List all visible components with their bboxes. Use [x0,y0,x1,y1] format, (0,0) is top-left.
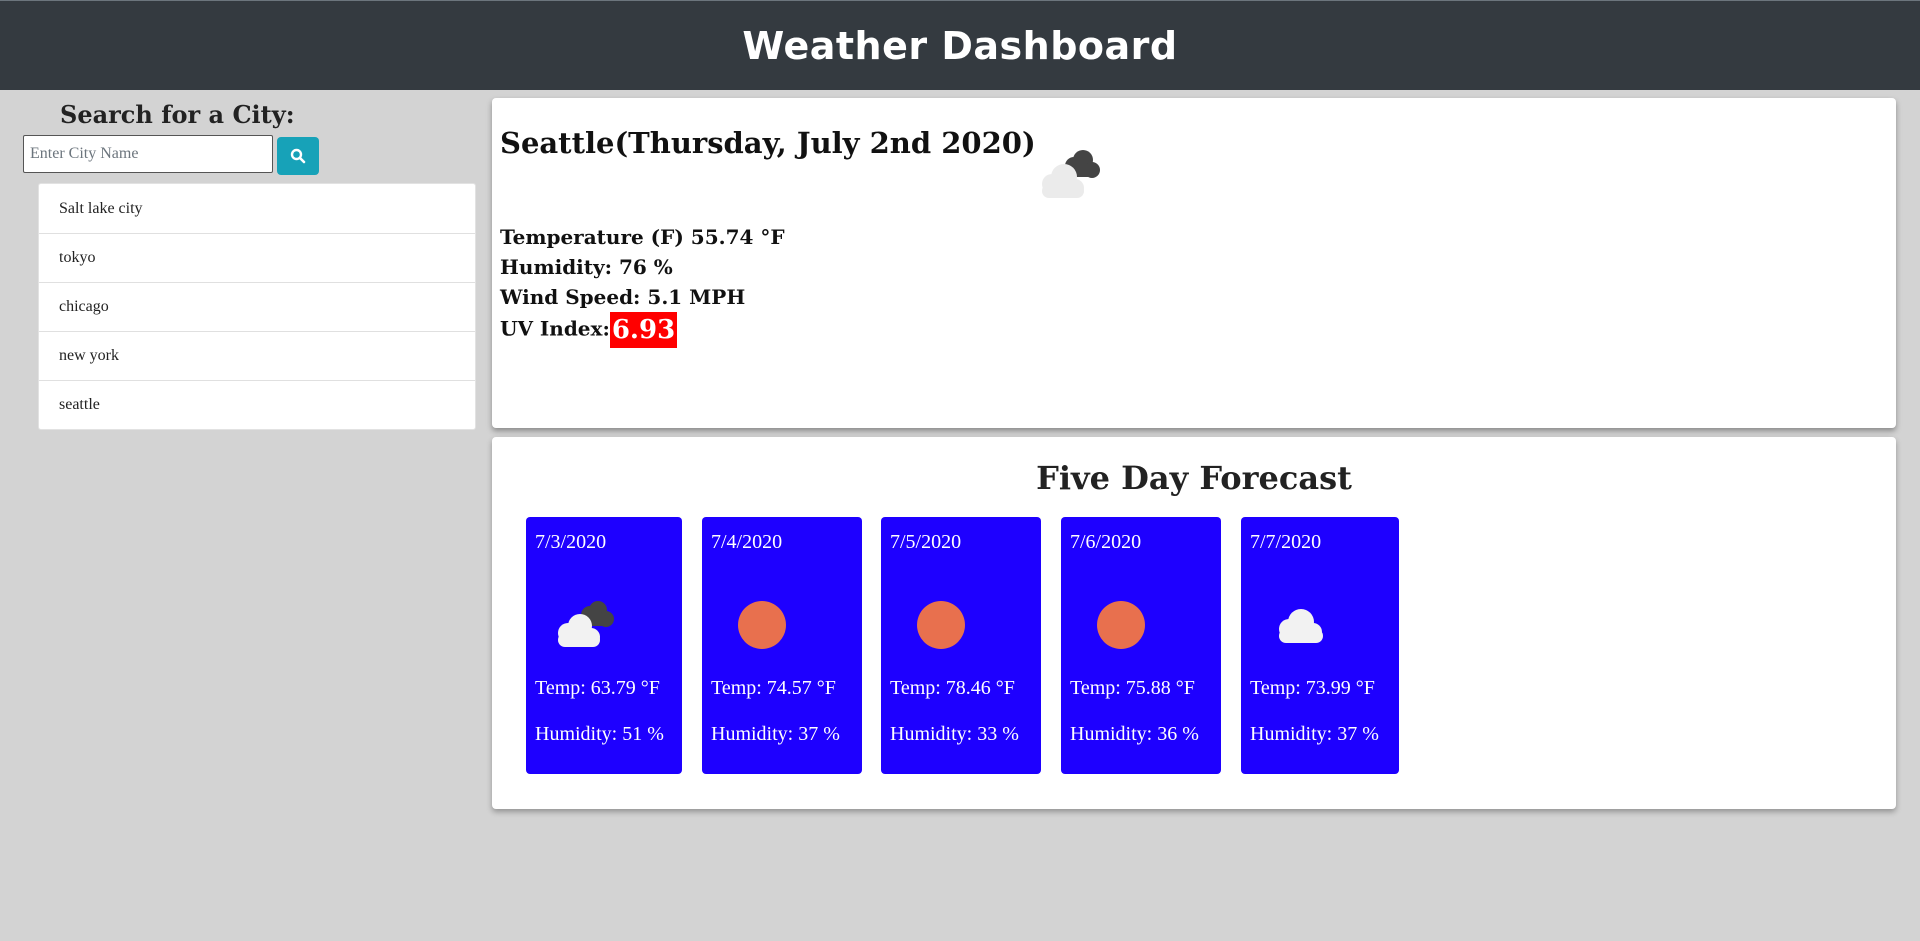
forecast-humidity: Humidity: 36 % [1070,723,1199,745]
forecast-temp: Temp: 75.88 °F [1070,677,1195,699]
forecast-date: 7/5/2020 [890,531,962,553]
forecast-date: 7/6/2020 [1070,531,1142,553]
search-title: Search for a City: [60,100,295,129]
forecast-title: Five Day Forecast [1036,459,1352,497]
forecast-temp: Temp: 63.79 °F [535,677,660,699]
forecast-humidity: Humidity: 51 % [535,723,664,745]
forecast-temp: Temp: 78.46 °F [890,677,1015,699]
search-input[interactable] [23,135,273,173]
forecast-day-card: 7/7/2020 Temp: 73.99 °F Humidity: 37 % [1241,517,1399,774]
forecast-day-card: 7/3/2020 Temp: 63.79 °F Humidity: 51 % [526,517,682,774]
current-weather-card: Seattle(Thursday, July 2nd 2020) Tempera… [492,98,1896,428]
history-city-item[interactable]: seattle [39,380,475,429]
cloud-icon [1279,609,1323,643]
uv-index-row: UV Index:6.93 [500,312,785,348]
broken-clouds-icon [1042,150,1100,198]
uv-index-label: UV Index: [500,316,610,341]
forecast-temp: Temp: 74.57 °F [711,677,836,699]
sun-icon [738,601,786,649]
history-city-item[interactable]: new york [39,331,475,380]
forecast-date: 7/4/2020 [711,531,783,553]
sun-icon [917,601,965,649]
history-city-item[interactable]: Salt lake city [39,184,475,233]
history-city-item[interactable]: chicago [39,282,475,331]
history-city-item[interactable]: tokyo [39,233,475,282]
search-icon [290,148,306,164]
search-button[interactable] [277,137,319,175]
forecast-temp: Temp: 73.99 °F [1250,677,1375,699]
current-city-heading: Seattle(Thursday, July 2nd 2020) [500,126,1036,160]
search-history-list: Salt lake city tokyo chicago new york se… [38,183,476,430]
forecast-humidity: Humidity: 37 % [711,723,840,745]
current-temperature: Temperature (F) 55.74 °F [500,225,785,249]
forecast-humidity: Humidity: 37 % [1250,723,1379,745]
current-wind-speed: Wind Speed: 5.1 MPH [500,285,746,309]
app-header: Weather Dashboard [0,0,1920,90]
current-stats: Temperature (F) 55.74 °F Humidity: 76 % … [500,222,785,348]
forecast-date: 7/7/2020 [1250,531,1322,553]
forecast-day-card: 7/4/2020 Temp: 74.57 °F Humidity: 37 % [702,517,862,774]
uv-index-badge: 6.93 [609,312,678,348]
forecast-day-card: 7/6/2020 Temp: 75.88 °F Humidity: 36 % [1061,517,1221,774]
forecast-section: Five Day Forecast 7/3/2020 Temp: 63.79 °… [492,437,1896,809]
broken-clouds-icon [558,601,614,647]
forecast-date: 7/3/2020 [535,531,607,553]
page-title: Weather Dashboard [742,23,1178,68]
forecast-humidity: Humidity: 33 % [890,723,1019,745]
current-humidity: Humidity: 76 % [500,255,673,279]
sun-icon [1097,601,1145,649]
forecast-day-card: 7/5/2020 Temp: 78.46 °F Humidity: 33 % [881,517,1041,774]
